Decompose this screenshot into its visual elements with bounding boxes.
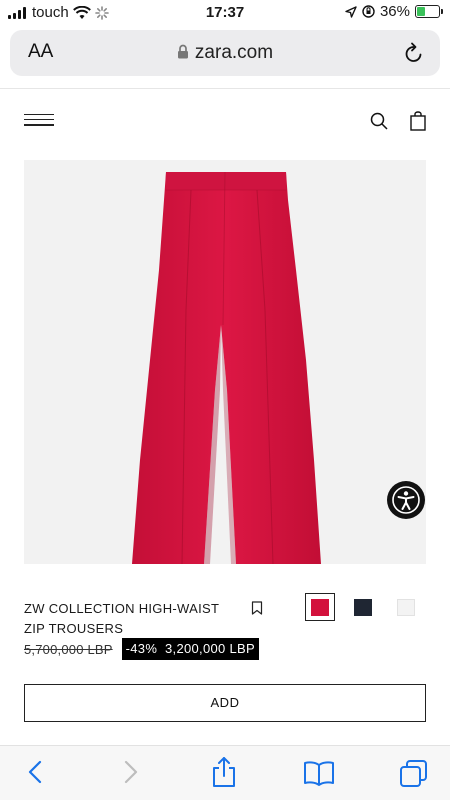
accessibility-button[interactable] — [387, 481, 425, 519]
battery-percent: 36% — [379, 3, 410, 20]
share-icon[interactable] — [211, 756, 237, 788]
bag-icon[interactable] — [410, 111, 426, 131]
accessibility-icon — [392, 486, 420, 514]
lock-icon — [177, 44, 188, 59]
product-name: ZW COLLECTION HIGH-WAIST ZIP TROUSERS — [24, 599, 244, 639]
menu-icon[interactable] — [24, 114, 54, 128]
color-swatch-navy[interactable] — [348, 593, 378, 621]
price-row: 5,700,000 LBP -43% 3,200,000 LBP — [24, 638, 259, 660]
forward-icon[interactable] — [122, 758, 140, 786]
product-name-line2: ZIP TROUSERS — [24, 621, 124, 636]
url-text: zara.com — [194, 42, 274, 63]
browser-toolbar — [0, 745, 450, 800]
bookmarks-icon[interactable] — [303, 760, 335, 786]
add-to-bag-button[interactable]: ADD — [24, 684, 426, 722]
color-swatch-white[interactable] — [391, 593, 421, 621]
color-swatch-red[interactable] — [305, 593, 335, 621]
header-divider — [0, 88, 450, 89]
battery-fill — [417, 7, 425, 16]
back-icon[interactable] — [26, 758, 44, 786]
site-header — [0, 100, 450, 144]
color-chip-navy — [354, 598, 372, 616]
url-display[interactable]: zara.com — [10, 42, 440, 64]
address-bar[interactable]: AA zara.com — [10, 30, 440, 76]
color-chip-red — [311, 598, 329, 616]
sale-price-box: -43% 3,200,000 LBP — [121, 638, 259, 660]
product-name-line1: ZW COLLECTION HIGH-WAIST — [24, 601, 220, 616]
reload-icon[interactable] — [404, 42, 424, 64]
product-image[interactable] — [24, 160, 426, 564]
discount-percent: -43% — [125, 641, 158, 656]
lock-rotation-icon — [362, 5, 375, 18]
battery-icon — [415, 5, 443, 18]
bookmark-icon[interactable] — [251, 601, 263, 615]
sale-price: 3,200,000 LBP — [165, 641, 255, 656]
status-bar: touch 17:37 36% — [0, 0, 450, 26]
location-icon — [345, 5, 357, 18]
old-price: 5,700,000 LBP — [24, 641, 113, 657]
trousers-illustration — [132, 171, 321, 564]
status-right: 36% — [345, 3, 443, 20]
search-icon[interactable] — [370, 112, 388, 130]
color-chip-white — [397, 598, 415, 616]
tabs-icon[interactable] — [399, 759, 429, 787]
